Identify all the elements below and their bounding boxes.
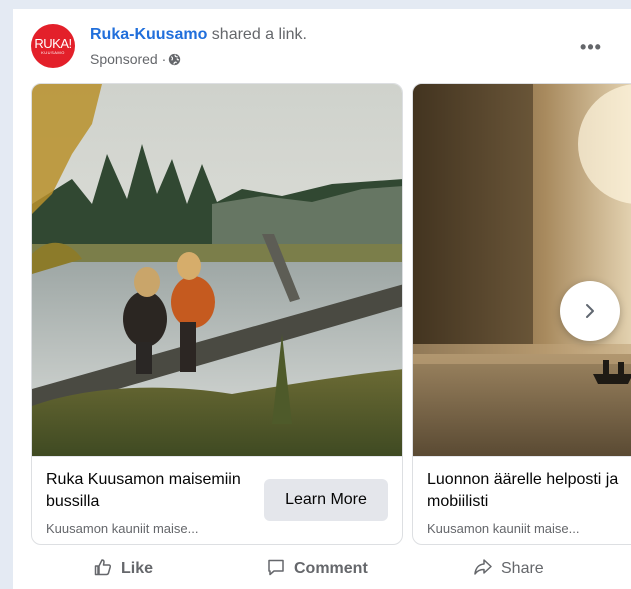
post-actions-bar: Like Comment Share (13, 549, 631, 589)
post-meta: Sponsored · (90, 51, 181, 67)
avatar-logo-text: RUKA! (34, 36, 72, 51)
share-label: Share (501, 560, 544, 577)
card-1-footer: Ruka Kuusamon maisemiin bussilla Kuusamo… (32, 456, 402, 544)
carousel-card-1[interactable]: Ruka Kuusamon maisemiin bussilla Kuusamo… (31, 83, 403, 545)
like-button[interactable]: Like (93, 555, 153, 583)
post-author-line: Ruka-Kuusamo shared a link. (90, 25, 307, 45)
avatar-logo-subtext: KUUSAMO (41, 50, 65, 55)
shared-link-text: shared a link. (207, 26, 307, 43)
card-2-photo[interactable] (413, 84, 631, 456)
sponsored-label[interactable]: Sponsored · (90, 51, 166, 67)
post-header: RUKA! KUUSAMO Ruka-Kuusamo shared a link… (13, 9, 631, 79)
more-options-icon[interactable]: ••• (577, 33, 605, 61)
share-button[interactable]: Share (473, 555, 544, 583)
share-icon (473, 557, 493, 582)
comment-icon (266, 557, 286, 582)
card-2-title[interactable]: Luonnon äärelle helposti ja mobiilisti (427, 469, 631, 513)
card-2-description: Kuusamon kauniit maise... (427, 521, 580, 536)
chevron-right-icon (586, 304, 594, 318)
card-1-description: Kuusamon kauniit maise... (46, 521, 199, 536)
comment-button[interactable]: Comment (266, 555, 368, 583)
card-1-photo[interactable] (32, 84, 402, 456)
page-avatar[interactable]: RUKA! KUUSAMO (31, 24, 75, 68)
learn-more-button[interactable]: Learn More (264, 479, 388, 521)
sponsored-post: RUKA! KUUSAMO Ruka-Kuusamo shared a link… (13, 9, 631, 589)
card-1-title[interactable]: Ruka Kuusamon maisemiin bussilla (46, 469, 256, 513)
carousel-next-button[interactable] (560, 281, 620, 341)
thumbs-up-icon (93, 557, 113, 582)
page-name-link[interactable]: Ruka-Kuusamo (90, 26, 207, 43)
like-label: Like (121, 560, 154, 577)
comment-label: Comment (294, 560, 368, 577)
globe-icon (168, 53, 181, 66)
card-2-footer: Luonnon äärelle helposti ja mobiilisti K… (413, 456, 631, 544)
